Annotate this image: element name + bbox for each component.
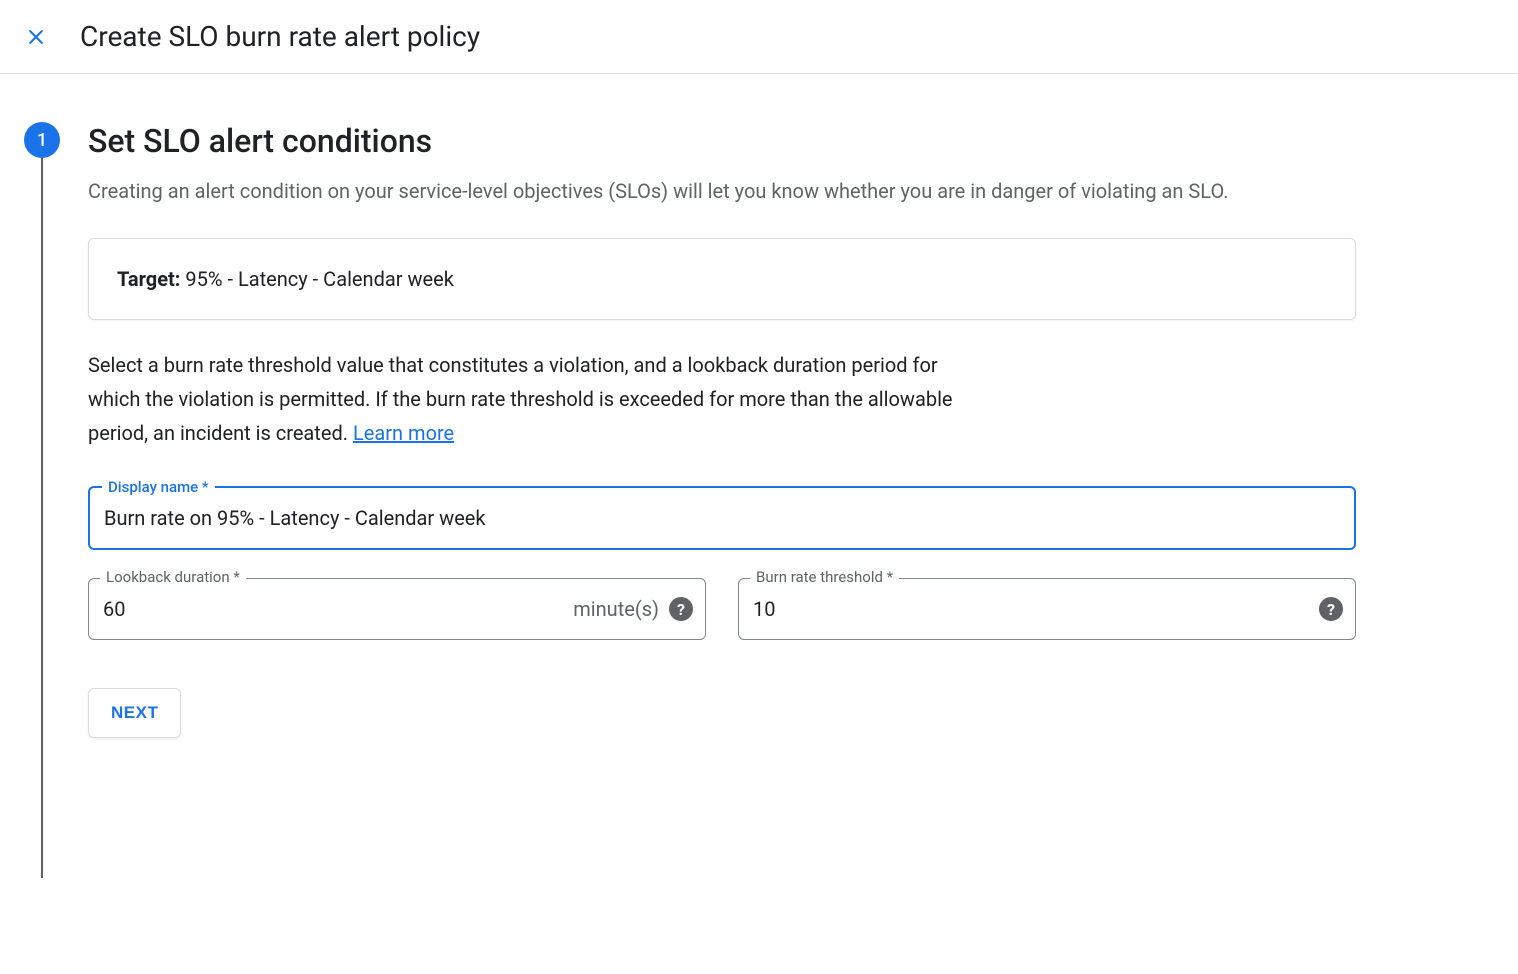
next-button[interactable]: NEXT (88, 688, 181, 738)
target-card: Target: 95% - Latency - Calendar week (88, 238, 1356, 320)
dialog-content: 1 Set SLO alert conditions Creating an a… (0, 74, 1380, 902)
display-name-label: Display name * (102, 478, 215, 496)
instruction-body: Select a burn rate threshold value that … (88, 353, 953, 445)
burn-rate-threshold-label: Burn rate threshold * (750, 568, 899, 586)
step-title: Set SLO alert conditions (88, 122, 1356, 160)
close-icon (26, 27, 46, 47)
help-icon[interactable]: ? (1319, 597, 1343, 621)
burn-rate-threshold-field[interactable]: Burn rate threshold * ? (738, 578, 1356, 640)
close-button[interactable] (24, 25, 48, 49)
target-label: Target: (117, 267, 180, 291)
dialog-header: Create SLO burn rate alert policy (0, 0, 1518, 74)
lookback-duration-suffix: minute(s) (573, 597, 659, 621)
step-indicator: 1 (24, 122, 60, 878)
lookback-duration-input[interactable] (89, 579, 573, 639)
burn-rate-threshold-input[interactable] (739, 579, 1319, 639)
display-name-input[interactable] (90, 488, 1354, 548)
instruction-text: Select a burn rate threshold value that … (88, 348, 988, 450)
dialog-title: Create SLO burn rate alert policy (80, 20, 480, 53)
help-icon[interactable]: ? (669, 597, 693, 621)
target-value: 95% - Latency - Calendar week (180, 267, 453, 291)
learn-more-link[interactable]: Learn more (353, 421, 454, 445)
display-name-field[interactable]: Display name * (88, 486, 1356, 550)
lookback-duration-field[interactable]: Lookback duration * minute(s) ? (88, 578, 706, 640)
step-description: Creating an alert condition on your serv… (88, 176, 1356, 206)
lookback-duration-label: Lookback duration * (100, 568, 246, 586)
step-connector-line (41, 158, 43, 878)
step-number-badge: 1 (24, 122, 60, 158)
